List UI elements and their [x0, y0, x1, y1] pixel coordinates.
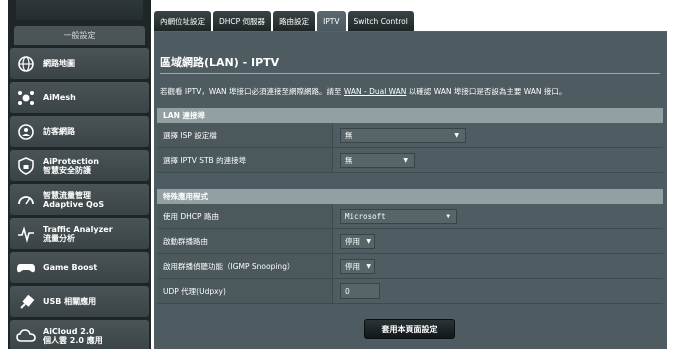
- row-label: 選擇 IPTV STB 的連接埠: [157, 148, 333, 172]
- traffic-analyzer-icon: [16, 224, 36, 244]
- sidebar-item-aiprotection[interactable]: AiProtection 智慧安全防護: [10, 150, 149, 181]
- sidebar-item-network-map[interactable]: 網路地圖: [10, 48, 149, 79]
- select-value: 無: [345, 155, 353, 165]
- dhcp-route-select[interactable]: Microsoft ▼: [340, 208, 457, 224]
- apply-button[interactable]: 套用本頁面設定: [364, 319, 455, 339]
- sidebar-item-usb[interactable]: USB 相關應用: [10, 286, 149, 317]
- tab-switch-control[interactable]: Switch Control: [347, 11, 414, 31]
- stb-port-row: 選擇 IPTV STB 的連接埠 無 ▼: [157, 148, 663, 173]
- tab-iptv[interactable]: IPTV: [317, 11, 346, 31]
- sidebar-nav: 網路地圖 AiMesh 訪客網路 AiProtection 智慧安全防護 智慧流…: [10, 48, 149, 349]
- sidebar: 一般設定 網路地圖 AiMesh 訪客網路 AiProtection 智慧安全防…: [8, 0, 151, 349]
- select-value: Microsoft: [345, 211, 386, 221]
- page-description: 若觀看 IPTV，WAN 埠接口必須連接至網際網路。請至 WAN - Dual …: [160, 86, 566, 97]
- select-value: 停用: [345, 236, 360, 246]
- tab-lan-ip[interactable]: 內網位址設定: [154, 11, 211, 31]
- sidebar-item-label: 訪客網路: [43, 127, 75, 136]
- igmp-snooping-select[interactable]: 停用 ▼: [340, 258, 375, 274]
- sidebar-item-aimesh[interactable]: AiMesh: [10, 82, 149, 113]
- igmp-snooping-row: 啟用群播偵聽功能（IGMP Snooping） 停用 ▼: [157, 254, 663, 279]
- dropdown-arrow-icon: ▼: [403, 156, 408, 164]
- sidebar-item-label: AiMesh: [43, 93, 76, 102]
- sidebar-item-label: Game Boost: [43, 263, 98, 272]
- row-label: 啟動群播路由: [157, 229, 333, 253]
- guest-network-icon: [16, 122, 36, 142]
- dropdown-arrow-icon: ▼: [366, 262, 371, 270]
- sidebar-item-traffic-analyzer[interactable]: Traffic Analyzer 流量分析: [10, 218, 149, 249]
- multicast-route-row: 啟動群播路由 停用 ▼: [157, 229, 663, 254]
- sidebar-item-label: USB 相關應用: [43, 297, 97, 306]
- tab-bar: 內網位址設定 DHCP 伺服器 路由設定 IPTV Switch Control: [154, 11, 416, 31]
- page-title: 區域網路(LAN) - IPTV: [160, 56, 280, 69]
- sidebar-item-label: 網路地圖: [43, 59, 75, 68]
- sidebar-header: 一般設定: [14, 26, 145, 45]
- stb-port-select[interactable]: 無 ▼: [340, 152, 415, 168]
- title-divider: [160, 73, 660, 74]
- sidebar-item-label: AiCloud 2.0 個人雲 2.0 應用: [43, 326, 103, 345]
- udpxy-row: UDP 代理(Udpxy) 0: [157, 279, 663, 304]
- gauge-icon: [16, 190, 36, 210]
- sidebar-item-label: AiProtection 智慧安全防護: [43, 156, 99, 175]
- sidebar-item-label: Traffic Analyzer 流量分析: [43, 224, 113, 243]
- row-label: 啟用群播偵聽功能（IGMP Snooping）: [157, 254, 333, 278]
- description-text-end: 以確認 WAN 埠接口是否設為主要 WAN 接口。: [406, 87, 567, 96]
- sidebar-item-aicloud[interactable]: AiCloud 2.0 個人雲 2.0 應用: [10, 320, 149, 349]
- sidebar-item-label: 智慧流量管理 Adaptive QoS: [43, 190, 105, 209]
- lan-port-section: LAN 連接埠 選擇 ISP 設定檔 無 ▼ 選擇 IPTV STB 的連接埠 …: [157, 108, 663, 173]
- globe-network-icon: [16, 54, 36, 74]
- sidebar-item-guest-network[interactable]: 訪客網路: [10, 116, 149, 147]
- row-label: UDP 代理(Udpxy): [157, 279, 333, 303]
- section-header: 特殊應用程式: [157, 189, 663, 204]
- isp-profile-select[interactable]: 無 ▼: [340, 127, 466, 143]
- dropdown-arrow-icon: ▼: [446, 212, 450, 220]
- udpxy-port-input[interactable]: 0: [340, 283, 380, 299]
- isp-profile-row: 選擇 ISP 設定檔 無 ▼: [157, 123, 663, 148]
- special-apps-section: 特殊應用程式 使用 DHCP 路由 Microsoft ▼ 啟動群播路由 停用 …: [157, 189, 663, 304]
- row-label: 使用 DHCP 路由: [157, 204, 333, 228]
- sidebar-item-adaptive-qos[interactable]: 智慧流量管理 Adaptive QoS: [10, 184, 149, 215]
- dual-wan-link[interactable]: WAN - Dual WAN: [344, 87, 407, 96]
- tab-dhcp-server[interactable]: DHCP 伺服器: [213, 11, 272, 31]
- description-text: 若觀看 IPTV，WAN 埠接口必須連接至網際網路。請至: [160, 87, 344, 96]
- sidebar-top-bar: [16, 0, 143, 20]
- dropdown-arrow-icon: ▼: [366, 237, 371, 245]
- dhcp-route-row: 使用 DHCP 路由 Microsoft ▼: [157, 204, 663, 229]
- select-value: 無: [345, 130, 353, 140]
- usb-icon: [16, 292, 36, 312]
- multicast-route-select[interactable]: 停用 ▼: [340, 233, 375, 249]
- sidebar-item-game-boost[interactable]: Game Boost: [10, 252, 149, 283]
- select-value: 停用: [345, 261, 360, 271]
- aimesh-icon: [16, 88, 36, 108]
- gamepad-icon: [16, 258, 36, 278]
- main-panel: 區域網路(LAN) - IPTV 若觀看 IPTV，WAN 埠接口必須連接至網際…: [154, 31, 667, 349]
- row-label: 選擇 ISP 設定檔: [157, 123, 333, 147]
- cloud-icon: [16, 326, 36, 346]
- section-header: LAN 連接埠: [157, 108, 663, 123]
- shield-lock-icon: [16, 156, 36, 176]
- dropdown-arrow-icon: ▼: [454, 131, 459, 139]
- tab-route[interactable]: 路由設定: [273, 11, 316, 31]
